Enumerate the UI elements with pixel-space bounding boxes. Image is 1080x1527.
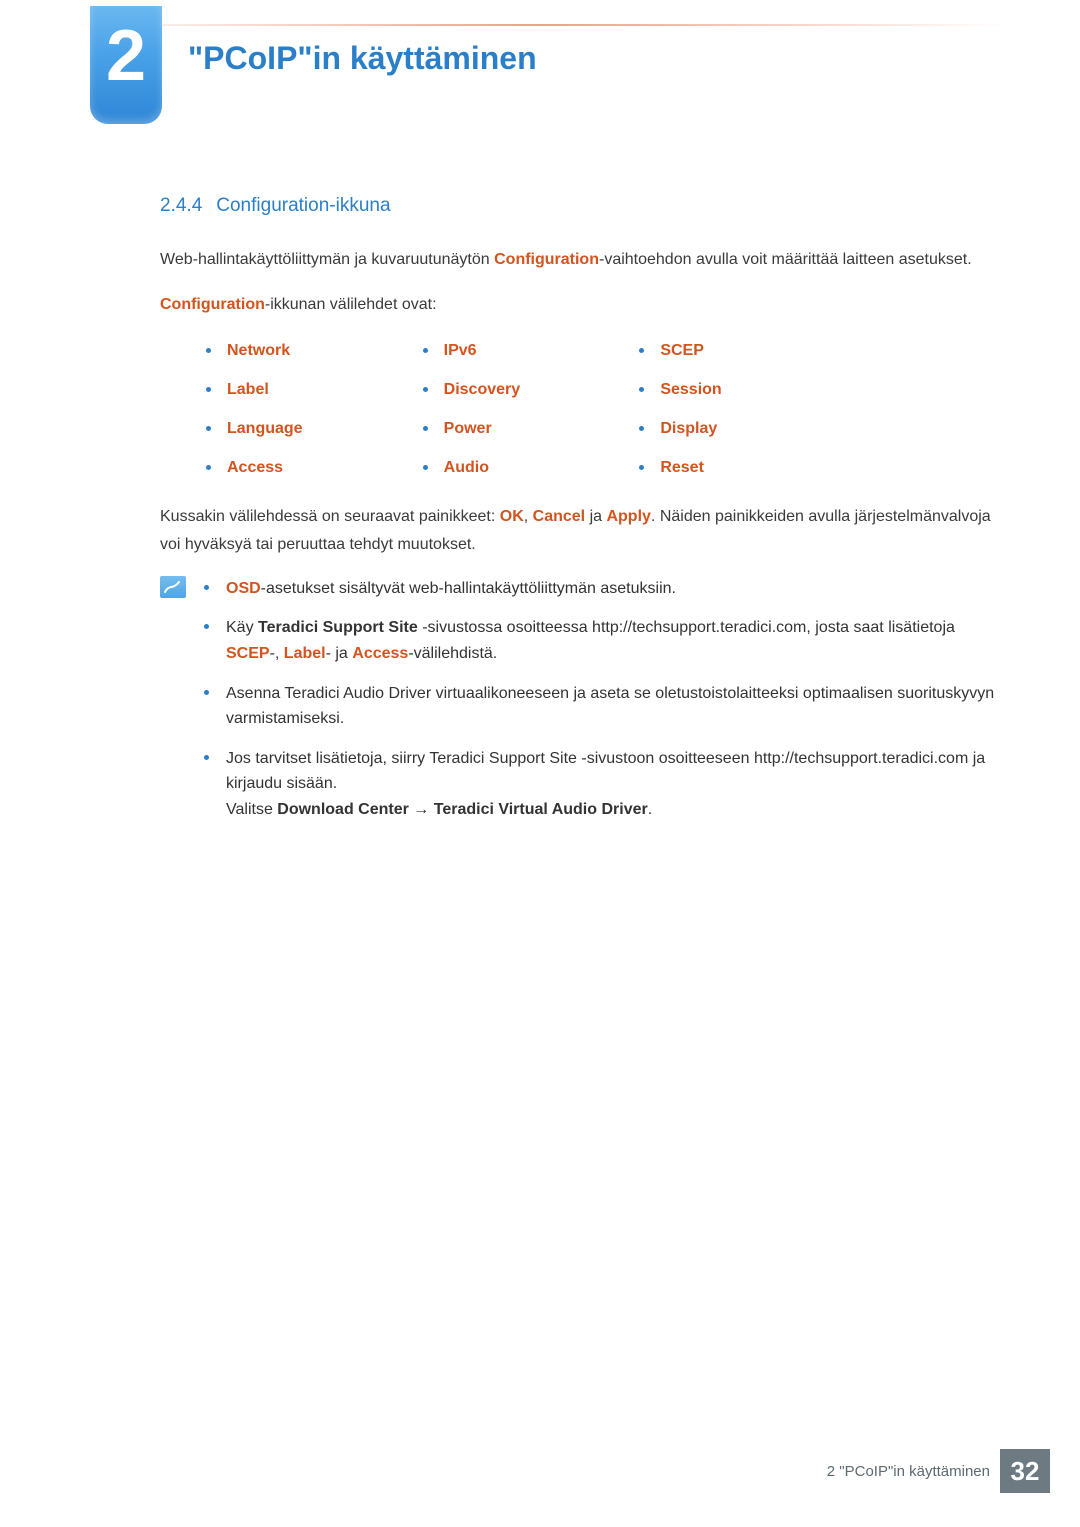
bullet-icon — [423, 387, 428, 392]
tab-discovery: Discovery — [423, 376, 630, 403]
note-item-download: Jos tarvitset lisätietoja, siirry Teradi… — [204, 746, 1000, 823]
tab-ipv6: IPv6 — [423, 337, 630, 364]
note2-scep: SCEP — [226, 645, 270, 662]
note4-dc: Download Center — [277, 801, 409, 818]
bullet-icon — [639, 348, 644, 353]
note4-pre: Valitse — [226, 801, 277, 818]
tab-label: Label — [206, 376, 413, 403]
note3-text: Asenna Teradici Audio Driver virtuaaliko… — [226, 685, 994, 728]
bullet-icon — [423, 465, 428, 470]
note-icon — [160, 576, 186, 598]
btn-cancel: Cancel — [533, 508, 585, 525]
tab-label: Language — [227, 415, 303, 442]
tab-label: Network — [227, 337, 290, 364]
tab-power: Power — [423, 415, 630, 442]
note4-driver: Teradici Virtual Audio Driver — [434, 801, 648, 818]
section-number: 2.4.4 — [160, 195, 202, 216]
section-title: Configuration-ikkuna — [216, 195, 390, 216]
note2-bold: Teradici Support Site — [258, 619, 418, 636]
bullet-icon — [206, 465, 211, 470]
tab-label: IPv6 — [444, 337, 477, 364]
note2-label: Label — [284, 645, 326, 662]
tab-label: SCEP — [660, 337, 704, 364]
tab-session: Session — [639, 376, 846, 403]
tab-network: Network — [206, 337, 413, 364]
intro-pre: Web-hallintakäyttöliittymän ja kuvaruutu… — [160, 251, 494, 268]
note2-access: Access — [352, 645, 408, 662]
tab-display: Display — [639, 415, 846, 442]
note2-post: -välilehdistä. — [408, 645, 497, 662]
buttons-paragraph: Kussakin välilehdessä on seuraavat paini… — [160, 503, 1000, 557]
tab-reset: Reset — [639, 454, 846, 481]
note2-pre: Käy — [226, 619, 258, 636]
tabs-intro: Configuration-ikkunan välilehdet ovat: — [160, 291, 1000, 318]
tab-language: Language — [206, 415, 413, 442]
tab-audio: Audio — [423, 454, 630, 481]
intro-highlight: Configuration — [494, 251, 599, 268]
tab-scep: SCEP — [639, 337, 846, 364]
note2-d2: - ja — [326, 645, 353, 662]
intro-paragraph: Web-hallintakäyttöliittymän ja kuvaruutu… — [160, 246, 1000, 273]
note2-mid: -sivustossa osoitteessa http://techsuppo… — [418, 619, 955, 636]
tab-label: Access — [227, 454, 283, 481]
arrow-icon: → — [409, 801, 434, 818]
chapter-number: 2 — [106, 20, 146, 92]
note1-post: -asetukset sisältyvät web-hallintakäyttö… — [261, 580, 676, 597]
page-footer: 2 "PCoIP"in käyttäminen 32 — [827, 1449, 1050, 1493]
intro-post: -vaihtoehdon avulla voit määrittää laitt… — [599, 251, 972, 268]
tab-label: Discovery — [444, 376, 521, 403]
note2-d1: -, — [270, 645, 284, 662]
note-block: OSD-asetukset sisältyvät web-hallintakäy… — [160, 576, 1000, 837]
tabs-intro-highlight: Configuration — [160, 296, 265, 313]
bullet-icon — [206, 348, 211, 353]
bullet-icon — [423, 348, 428, 353]
tabs-intro-post: -ikkunan välilehdet ovat: — [265, 296, 437, 313]
bullet-icon — [639, 465, 644, 470]
note-item-support-site: Käy Teradici Support Site -sivustossa os… — [204, 615, 1000, 666]
chapter-title: "PCoIP"in käyttäminen — [188, 40, 537, 77]
bullet-icon — [206, 387, 211, 392]
note1-hl: OSD — [226, 580, 261, 597]
note-item-audio-driver: Asenna Teradici Audio Driver virtuaaliko… — [204, 681, 1000, 732]
page-number: 32 — [1000, 1449, 1050, 1493]
header-rule — [70, 24, 1010, 26]
tabs-grid: Network IPv6 SCEP Label Discovery Sessio… — [206, 337, 846, 482]
btn-ok: OK — [500, 508, 524, 525]
bullet-icon — [206, 426, 211, 431]
btn-sep2: ja — [585, 508, 606, 525]
bullet-icon — [639, 387, 644, 392]
tab-label: Display — [660, 415, 717, 442]
section-heading: 2.4.4 Configuration-ikkuna — [160, 190, 1000, 222]
tab-label: Audio — [444, 454, 489, 481]
tab-label: Reset — [660, 454, 704, 481]
chapter-badge: 2 — [90, 6, 162, 124]
note-list: OSD-asetukset sisältyvät web-hallintakäy… — [204, 576, 1000, 837]
page-content: 2.4.4 Configuration-ikkuna Web-hallintakä… — [160, 190, 1000, 837]
tab-label: Power — [444, 415, 492, 442]
bullet-icon — [639, 426, 644, 431]
btn-pre: Kussakin välilehdessä on seuraavat paini… — [160, 508, 500, 525]
btn-apply: Apply — [606, 508, 650, 525]
bullet-icon — [423, 426, 428, 431]
tab-label: Label — [227, 376, 269, 403]
note4-dot: . — [648, 801, 652, 818]
btn-sep1: , — [524, 508, 533, 525]
note4-line1: Jos tarvitset lisätietoja, siirry Teradi… — [226, 750, 985, 793]
tab-label: Session — [660, 376, 721, 403]
footer-text: 2 "PCoIP"in käyttäminen — [827, 1449, 990, 1493]
tab-access: Access — [206, 454, 413, 481]
note-item-osd: OSD-asetukset sisältyvät web-hallintakäy… — [204, 576, 1000, 602]
